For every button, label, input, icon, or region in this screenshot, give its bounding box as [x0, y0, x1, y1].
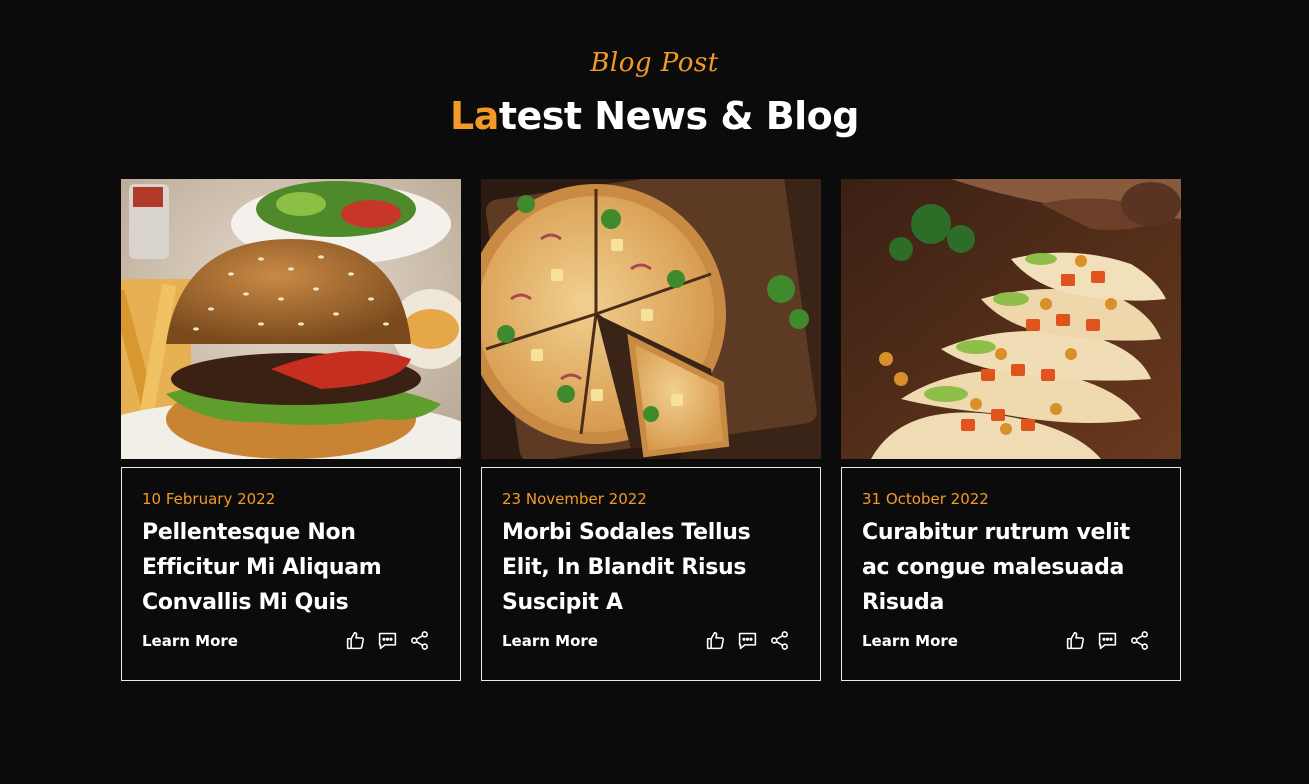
section-subtitle: Blog Post: [590, 48, 719, 78]
blog-card: 10 February 2022 Pellentesque Non Effici…: [121, 179, 461, 681]
heading-accent: La: [449, 94, 499, 138]
learn-more-link[interactable]: Learn More: [142, 632, 238, 650]
like-icon[interactable]: [705, 630, 726, 651]
pizza-photo[interactable]: [481, 179, 821, 459]
learn-more-link[interactable]: Learn More: [502, 632, 598, 650]
section-heading: Latest News & Blog: [0, 94, 1309, 138]
burger-photo[interactable]: [121, 179, 461, 459]
blog-card: 31 October 2022 Curabitur rutrum velit a…: [841, 179, 1181, 681]
post-actions: [705, 630, 790, 651]
blog-card-body: 10 February 2022 Pellentesque Non Effici…: [121, 467, 461, 681]
share-icon[interactable]: [409, 630, 430, 651]
heading-rest: test News & Blog: [498, 94, 860, 138]
share-icon[interactable]: [1129, 630, 1150, 651]
blog-card: 23 November 2022 Morbi Sodales Tellus El…: [481, 179, 821, 681]
blog-card-body: 23 November 2022 Morbi Sodales Tellus El…: [481, 467, 821, 681]
share-icon[interactable]: [769, 630, 790, 651]
blog-card-body: 31 October 2022 Curabitur rutrum velit a…: [841, 467, 1181, 681]
comment-icon[interactable]: [737, 630, 758, 651]
post-title[interactable]: Pellentesque Non Efficitur Mi Aliquam Co…: [142, 515, 442, 620]
post-date: 10 February 2022: [142, 490, 276, 508]
like-icon[interactable]: [1065, 630, 1086, 651]
tacos-photo[interactable]: [841, 179, 1181, 459]
blog-section: Blog Post Latest News & Blog 10 February…: [0, 0, 1309, 784]
like-icon[interactable]: [345, 630, 366, 651]
post-title[interactable]: Morbi Sodales Tellus Elit, In Blandit Ri…: [502, 515, 802, 620]
learn-more-link[interactable]: Learn More: [862, 632, 958, 650]
post-date: 31 October 2022: [862, 490, 989, 508]
comment-icon[interactable]: [1097, 630, 1118, 651]
comment-icon[interactable]: [377, 630, 398, 651]
post-date: 23 November 2022: [502, 490, 647, 508]
post-title[interactable]: Curabitur rutrum velit ac congue malesua…: [862, 515, 1162, 620]
post-actions: [345, 630, 430, 651]
post-actions: [1065, 630, 1150, 651]
